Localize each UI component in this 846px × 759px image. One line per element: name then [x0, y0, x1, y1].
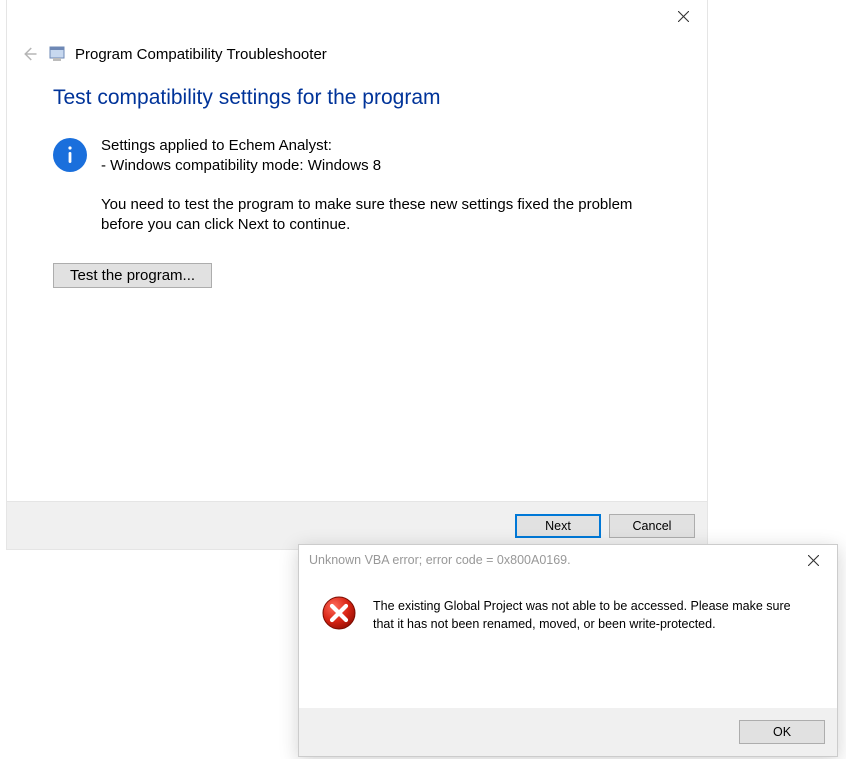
dialog-body: The existing Global Project was not able… [299, 575, 837, 633]
app-icon [49, 46, 65, 62]
info-row: Settings applied to Echem Analyst: - Win… [53, 136, 661, 235]
dialog-title: Unknown VBA error; error code = 0x800A01… [309, 553, 571, 567]
test-program-button[interactable]: Test the program... [53, 263, 212, 288]
page-heading: Test compatibility settings for the prog… [53, 86, 661, 110]
dialog-message: The existing Global Project was not able… [373, 595, 809, 633]
info-line-3: You need to test the program to make sur… [101, 195, 661, 236]
dialog-titlebar: Unknown VBA error; error code = 0x800A01… [299, 545, 837, 575]
info-line-2: - Windows compatibility mode: Windows 8 [101, 156, 661, 176]
dialog-footer: OK [299, 708, 837, 756]
cancel-button[interactable]: Cancel [609, 514, 695, 538]
troubleshooter-window: Program Compatibility Troubleshooter Tes… [6, 0, 708, 550]
info-text: Settings applied to Echem Analyst: - Win… [101, 136, 661, 235]
wizard-titlebar [7, 0, 707, 32]
info-line-1: Settings applied to Echem Analyst: [101, 136, 661, 156]
wizard-footer: Next Cancel [7, 501, 707, 549]
wizard-header: Program Compatibility Troubleshooter [7, 32, 707, 86]
ok-button[interactable]: OK [739, 720, 825, 744]
next-button[interactable]: Next [515, 514, 601, 538]
wizard-body: Test compatibility settings for the prog… [7, 86, 707, 288]
info-icon [53, 138, 87, 172]
error-dialog: Unknown VBA error; error code = 0x800A01… [298, 544, 838, 757]
close-icon[interactable] [791, 547, 835, 573]
close-icon[interactable] [661, 2, 705, 30]
wizard-title: Program Compatibility Troubleshooter [75, 46, 327, 63]
back-arrow-icon[interactable] [17, 42, 41, 66]
error-icon [321, 595, 357, 631]
